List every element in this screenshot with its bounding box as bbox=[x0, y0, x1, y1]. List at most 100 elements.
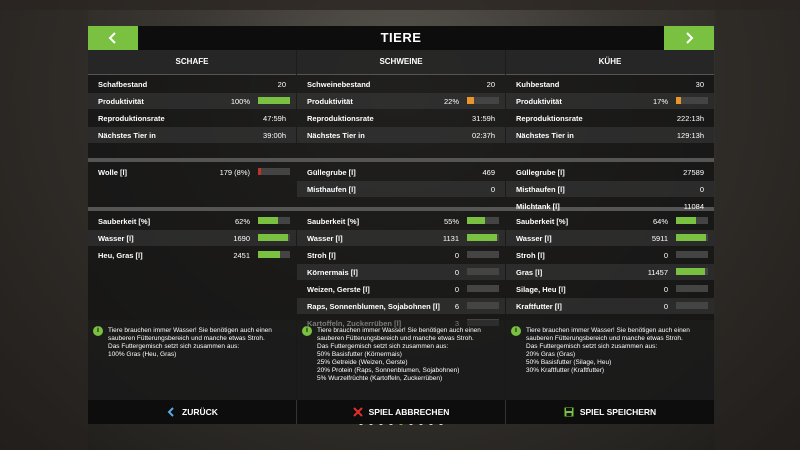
stat-value: 1131 bbox=[442, 234, 459, 243]
stat-value: 27589 bbox=[683, 168, 704, 177]
level-bar-fill bbox=[258, 168, 261, 175]
stat-label: Heu, Gras [l] bbox=[98, 251, 143, 260]
stat-label: Milchtank [l] bbox=[516, 202, 560, 211]
level-bar-fill bbox=[676, 217, 696, 224]
stat-value: 11457 bbox=[647, 268, 668, 277]
stat-value: 5911 bbox=[651, 234, 668, 243]
stat-label: Sauberkeit [%] bbox=[98, 217, 151, 226]
stat-row: Wasser [l] 5911 bbox=[506, 230, 714, 246]
stat-row: Körnermais [l] 0 bbox=[297, 264, 505, 280]
page-title: TIERE bbox=[380, 30, 422, 45]
stat-label: Stroh [l] bbox=[516, 251, 545, 260]
stat-label: Wasser [l] bbox=[98, 234, 134, 243]
level-bar bbox=[467, 285, 499, 292]
stat-label: Produktivität bbox=[307, 97, 353, 106]
level-bar bbox=[676, 234, 708, 241]
stat-row: Wasser [l] 1690 bbox=[88, 230, 296, 246]
stat-label: Produktivität bbox=[516, 97, 562, 106]
feeding-info-text: Tiere brauchen immer Wasser! Sie benötig… bbox=[526, 327, 690, 374]
next-page-button[interactable] bbox=[664, 26, 714, 50]
stat-row: Kraftfutter [l] 0 bbox=[506, 298, 714, 314]
level-bar bbox=[467, 234, 499, 241]
stat-label: Nächstes Tier in bbox=[307, 131, 365, 140]
stat-label: Misthaufen [l] bbox=[516, 185, 565, 194]
back-button[interactable]: ZURÜCK bbox=[88, 400, 296, 424]
stat-value: 20 bbox=[277, 80, 286, 89]
stat-row: Sauberkeit [%] 64% bbox=[506, 213, 714, 229]
feeding-info: i Tiere brauchen immer Wasser! Sie benöti… bbox=[297, 320, 505, 404]
stat-value: 17% bbox=[652, 97, 668, 106]
stat-value: 0 bbox=[663, 251, 668, 260]
background-beam bbox=[715, 0, 800, 450]
stat-label: Schweinebestand bbox=[307, 80, 371, 89]
animals-table: SCHAFE Schafbestand 20 Produktivität 100% Rep… bbox=[88, 50, 714, 404]
stat-row: Wolle [l] 179 (8%) bbox=[88, 164, 296, 180]
stat-label: Sauberkeit [%] bbox=[307, 217, 360, 226]
stat-label: Reproduktionsrate bbox=[307, 114, 374, 123]
level-bar-fill bbox=[676, 268, 705, 275]
close-icon bbox=[352, 407, 363, 417]
feeding-info: i Tiere brauchen immer Wasser! Sie benöti… bbox=[88, 320, 296, 404]
stat-row: Kuhbestand 30 bbox=[506, 76, 714, 92]
level-bar-fill bbox=[467, 97, 474, 104]
level-bar bbox=[676, 268, 708, 275]
stat-value: 6 bbox=[454, 302, 459, 311]
stat-value: 39:00h bbox=[263, 131, 286, 140]
save-icon bbox=[564, 407, 574, 417]
stat-value: 11084 bbox=[683, 202, 704, 211]
stat-value: 55% bbox=[443, 217, 459, 226]
stat-row: Gras [l] 11457 bbox=[506, 264, 714, 280]
stat-row: Güllegrube [l] 27589 bbox=[506, 164, 714, 180]
cancel-game-button-label: SPIEL ABBRECHEN bbox=[368, 407, 450, 417]
stat-row: Stroh [l] 0 bbox=[297, 247, 505, 263]
cancel-game-button[interactable]: SPIEL ABBRECHEN bbox=[297, 400, 505, 424]
info-icon: i bbox=[302, 326, 312, 336]
stat-label: Kraftfutter [l] bbox=[516, 302, 562, 311]
stat-label: Wasser [l] bbox=[307, 234, 343, 243]
stat-label: Schafbestand bbox=[98, 80, 148, 89]
column-header: SCHWEINE bbox=[297, 50, 505, 75]
level-bar-fill bbox=[467, 217, 485, 224]
level-bar bbox=[676, 97, 708, 104]
level-bar bbox=[676, 302, 708, 309]
level-bar bbox=[467, 302, 499, 309]
stat-row: Schafbestand 20 bbox=[88, 76, 296, 92]
level-bar bbox=[258, 234, 290, 241]
column-header: KÜHE bbox=[506, 50, 714, 75]
level-bar bbox=[676, 251, 708, 258]
stat-value: 02:37h bbox=[472, 131, 495, 140]
stat-label: Sauberkeit [%] bbox=[516, 217, 569, 226]
level-bar-fill bbox=[676, 97, 681, 104]
level-bar-fill bbox=[258, 251, 280, 258]
animal-column: KÜHE Kuhbestand 30 Produktivität 17% Reproduk… bbox=[506, 50, 714, 404]
footer-bar: ZURÜCK SPIEL ABBRECHEN SPIEL SPEICHERN bbox=[88, 400, 714, 424]
stat-value: 30 bbox=[695, 80, 704, 89]
stat-value: 0 bbox=[454, 268, 459, 277]
stat-row: Heu, Gras [l] 2451 bbox=[88, 247, 296, 263]
stat-value: 0 bbox=[454, 251, 459, 260]
feeding-info: i Tiere brauchen immer Wasser! Sie benöti… bbox=[506, 320, 714, 404]
level-bar bbox=[467, 217, 499, 224]
stat-value: 129:13h bbox=[676, 131, 704, 140]
stat-row: Sauberkeit [%] 62% bbox=[88, 213, 296, 229]
stat-row: Milchtank [l] 11084 bbox=[506, 198, 714, 214]
save-game-button[interactable]: SPIEL SPEICHERN bbox=[506, 400, 714, 424]
stat-label: Produktivität bbox=[98, 97, 144, 106]
stat-label: Stroh [l] bbox=[307, 251, 336, 260]
feeding-info-text: Tiere brauchen immer Wasser! Sie benötig… bbox=[108, 327, 272, 358]
stat-row: Sauberkeit [%] 55% bbox=[297, 213, 505, 229]
level-bar-fill bbox=[258, 97, 290, 104]
stat-label: Körnermais [l] bbox=[307, 268, 358, 277]
level-bar bbox=[258, 168, 290, 175]
stat-value: 64% bbox=[652, 217, 668, 226]
stat-value: 469 bbox=[482, 168, 495, 177]
stat-value: 0 bbox=[454, 285, 459, 294]
stat-value: 62% bbox=[234, 217, 250, 226]
info-icon: i bbox=[511, 326, 521, 336]
stat-value: 47:59h bbox=[263, 114, 286, 123]
stat-row: Reproduktionsrate 222:13h bbox=[506, 110, 714, 126]
stat-row: Nächstes Tier in 129:13h bbox=[506, 127, 714, 143]
header-bar: TIERE bbox=[88, 26, 714, 50]
stat-row: Silage, Heu [l] 0 bbox=[506, 281, 714, 297]
level-bar bbox=[676, 217, 708, 224]
